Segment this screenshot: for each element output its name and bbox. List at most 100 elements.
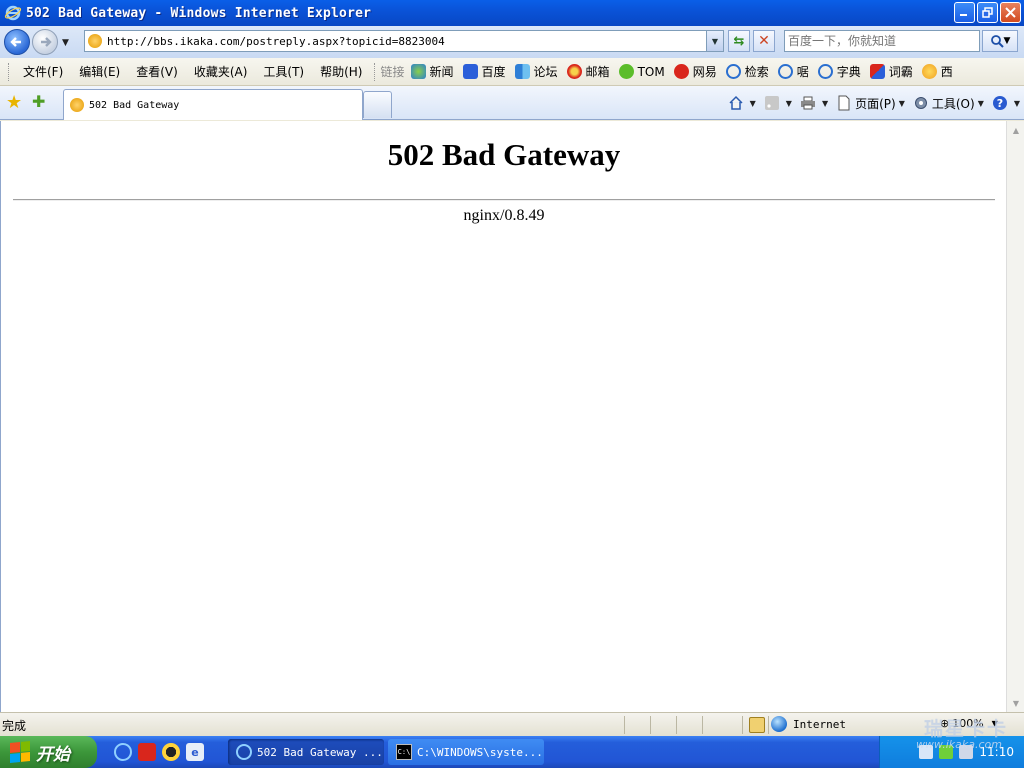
status-divider (742, 716, 743, 734)
gear-icon (914, 97, 927, 109)
window-controls (954, 2, 1021, 23)
site-favicon-icon (88, 34, 102, 48)
search-options-dropdown[interactable]: ▼ (1004, 36, 1011, 46)
qq-penguin-icon[interactable] (162, 743, 180, 761)
search-icon (990, 35, 1004, 48)
minimize-button[interactable] (954, 2, 975, 23)
feeds-button[interactable]: ▼ (764, 95, 792, 111)
menu-favorites[interactable]: 收藏夹(A) (186, 63, 256, 80)
windows-logo-icon (10, 740, 30, 764)
help-icon: ? (992, 96, 1007, 110)
tab-bar: ★ ✚ 502 Bad Gateway ▼ ▼ ▼ 页面(P) ▼ 工具(O) ▼ … (0, 86, 1024, 120)
security-zone[interactable]: Internet (771, 716, 846, 732)
address-bar[interactable]: http://bbs.ikaka.com/postreply.aspx?topi… (84, 30, 724, 52)
browser-quicklaunch-icon[interactable]: e (186, 743, 204, 761)
search-field[interactable] (784, 30, 980, 52)
tools-menu-button[interactable]: 工具(O) ▼ (913, 95, 984, 112)
link-west[interactable]: 西 (921, 63, 953, 80)
links-label: 链接 (380, 65, 405, 79)
status-divider (650, 716, 651, 734)
address-url[interactable]: http://bbs.ikaka.com/postreply.aspx?topi… (107, 35, 445, 48)
link-misc[interactable]: 啹 (777, 63, 809, 80)
tab-502-bad-gateway[interactable]: 502 Bad Gateway (63, 89, 363, 120)
ie-page-icon (817, 64, 833, 79)
toolbar-separator (374, 62, 376, 81)
menu-help[interactable]: 帮助(H) (312, 63, 370, 80)
baidu-paw-icon (462, 64, 478, 79)
ie-logo-icon (236, 744, 252, 760)
restore-button[interactable] (977, 2, 998, 23)
error-heading: 502 Bad Gateway (387, 137, 621, 172)
home-icon (729, 95, 743, 110)
start-button[interactable]: 开始 (0, 736, 97, 768)
forward-button[interactable] (32, 29, 58, 55)
flower-icon (921, 64, 937, 79)
taskbar-item-ie[interactable]: 502 Bad Gateway ... (228, 739, 384, 765)
new-tab-button[interactable] (363, 91, 392, 118)
refresh-icon: ⇆ (733, 33, 745, 49)
menu-view[interactable]: 查看(V) (128, 63, 186, 80)
menu-tools[interactable]: 工具(T) (255, 63, 312, 80)
menu-file[interactable]: 文件(F) (15, 63, 71, 80)
restore-icon (982, 7, 993, 18)
status-bar: 完成 Internet ⊕ 100% ▼ (0, 712, 1024, 736)
chevron-down-icon: ▼ (711, 36, 719, 46)
news-icon (410, 64, 426, 79)
link-dict[interactable]: 字典 (817, 63, 861, 80)
globe-icon (771, 716, 787, 732)
link-news[interactable]: 新闻 (410, 63, 454, 80)
quick-launch: e (114, 743, 204, 761)
tab-favicon-icon (70, 98, 84, 112)
scroll-up-icon[interactable]: ▲ (1008, 122, 1024, 138)
forward-arrow-icon (41, 37, 52, 47)
close-icon (1005, 7, 1016, 18)
rss-feed-icon (764, 96, 779, 110)
netease-icon (673, 64, 689, 79)
home-button[interactable]: ▼ (728, 95, 756, 111)
add-favorite-icon[interactable]: ✚ (32, 92, 45, 111)
status-divider (768, 716, 769, 734)
ie-page-icon (725, 64, 741, 79)
printer-icon (800, 96, 815, 110)
link-tom[interactable]: TOM (618, 64, 665, 79)
link-163[interactable]: 网易 (673, 63, 717, 80)
gift-icon[interactable] (138, 743, 156, 761)
minimize-icon (960, 14, 967, 16)
toolbar-grip[interactable] (8, 62, 11, 81)
address-toolbar: ▼ http://bbs.ikaka.com/postreply.aspx?to… (0, 26, 1024, 58)
print-button[interactable]: ▼ (800, 95, 828, 111)
link-iciba[interactable]: 词霸 (869, 63, 913, 80)
popup-blocker-icon[interactable] (749, 717, 765, 733)
back-button[interactable] (4, 29, 30, 55)
link-mail[interactable]: 邮箱 (566, 63, 610, 80)
search-input[interactable] (788, 34, 979, 48)
menu-edit[interactable]: 编辑(E) (71, 63, 128, 80)
watermark-url: www.ikaka.com (915, 738, 1002, 751)
stop-button[interactable]: ✕ (753, 30, 775, 52)
recent-pages-dropdown[interactable]: ▼ (62, 38, 69, 48)
server-signature: nginx/0.8.49 (463, 207, 545, 224)
refresh-button[interactable]: ⇆ (728, 30, 750, 52)
page-menu-button[interactable]: 页面(P) ▼ (836, 95, 905, 112)
ie-page-icon (777, 64, 793, 79)
link-baidu[interactable]: 百度 (462, 63, 506, 80)
status-divider (676, 716, 677, 734)
close-button[interactable] (1000, 2, 1021, 23)
link-forum[interactable]: 论坛 (514, 63, 558, 80)
favorites-star-icon[interactable]: ★ (6, 92, 22, 113)
scroll-down-icon[interactable]: ▼ (1008, 695, 1024, 711)
search-button[interactable]: ▼ (982, 30, 1018, 52)
link-search[interactable]: 检索 (725, 63, 769, 80)
menu-bar: 文件(F) 编辑(E) 查看(V) 收藏夹(A) 工具(T) 帮助(H) 链接 … (0, 58, 1024, 86)
vertical-scrollbar[interactable]: ▲ ▼ (1006, 121, 1024, 712)
address-dropdown-button[interactable]: ▼ (706, 31, 723, 51)
window-title: 502 Bad Gateway - Windows Internet Explo… (26, 5, 372, 21)
ie-quicklaunch-icon[interactable] (114, 743, 132, 761)
title-bar[interactable]: 502 Bad Gateway - Windows Internet Explo… (0, 0, 1024, 26)
iciba-icon (869, 64, 885, 79)
svg-text:?: ? (997, 97, 1003, 110)
taskbar-item-cmd[interactable]: C:\ C:\WINDOWS\syste... (388, 739, 544, 765)
status-divider (702, 716, 703, 734)
help-menu-button[interactable]: ? ▼ (992, 95, 1020, 111)
ie-logo-icon (4, 5, 22, 21)
